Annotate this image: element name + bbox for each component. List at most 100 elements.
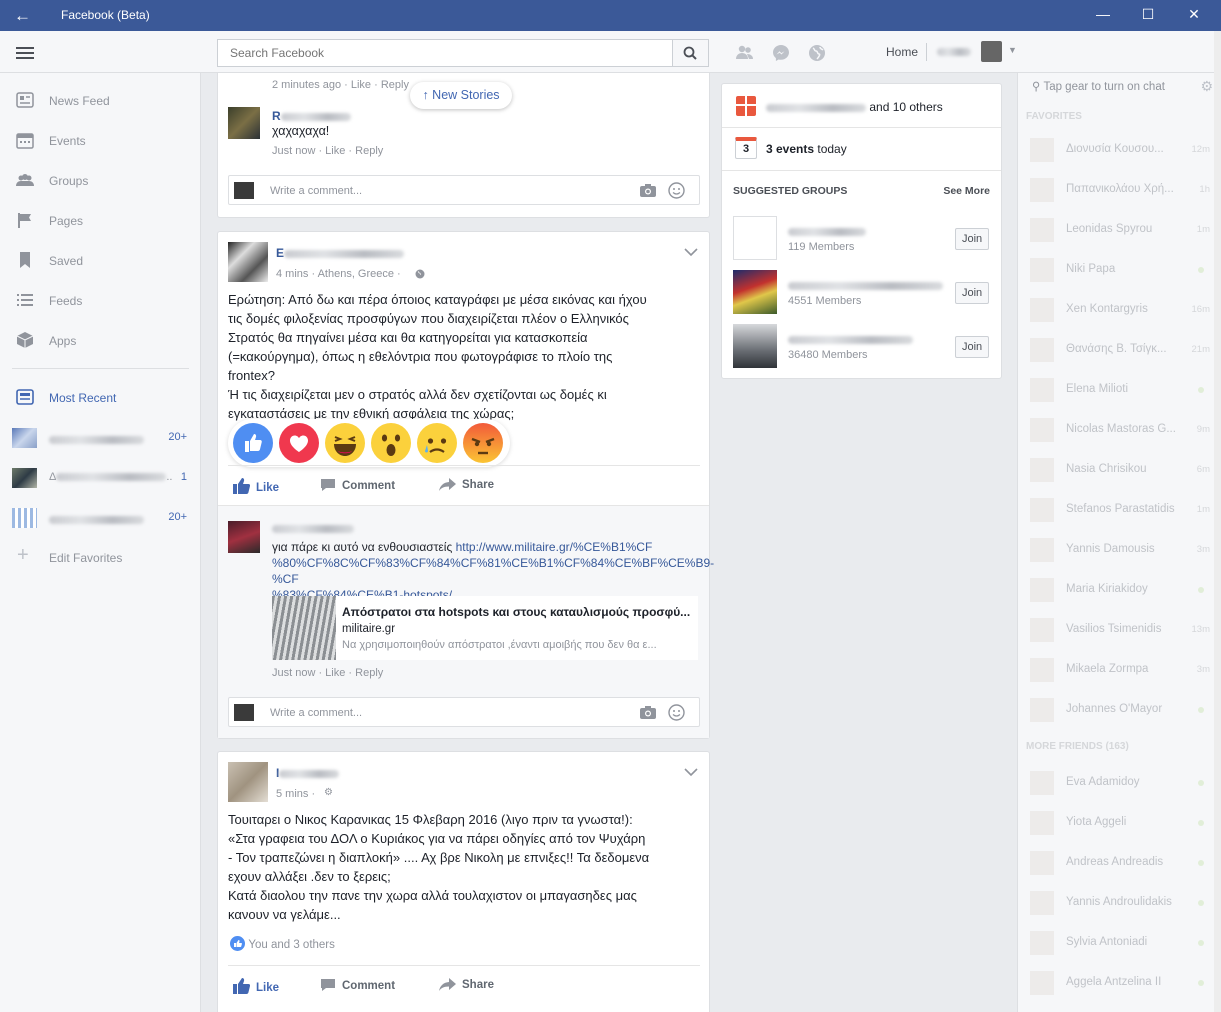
nav-item-saved[interactable]: Saved — [0, 241, 200, 281]
chat-contact[interactable]: Eva Adamidoy — [1018, 763, 1221, 803]
author-avatar[interactable] — [228, 762, 268, 802]
chat-contact[interactable]: Aggela Antzelina II — [1018, 963, 1221, 1003]
settings-gear-icon[interactable]: ⚙ — [324, 787, 333, 798]
favorite-item[interactable]: 20+ — [0, 423, 200, 453]
back-arrow-icon[interactable]: ← — [14, 6, 31, 26]
privacy-globe-icon[interactable] — [415, 269, 425, 279]
profile-name-blurred[interactable] — [937, 48, 971, 56]
comment-button[interactable]: Comment — [320, 978, 395, 992]
nav-item-most-recent[interactable]: Most Recent — [0, 378, 200, 418]
group-name[interactable] — [788, 278, 943, 292]
chat-contact[interactable]: Vasilios Tsimenidis 13m — [1018, 610, 1221, 650]
close-button[interactable]: ✕ — [1184, 6, 1204, 23]
nav-item-events[interactable]: Events — [0, 121, 200, 161]
minimize-button[interactable]: — — [1093, 6, 1113, 22]
chat-contact[interactable]: Θανάσης Β. Τσίγκ... 21m — [1018, 330, 1221, 370]
chat-contact[interactable]: Διονυσία Κουσου... 12m — [1018, 130, 1221, 170]
angry-reaction-icon[interactable] — [462, 422, 504, 464]
group-thumbnail[interactable] — [733, 216, 777, 260]
list-icon — [17, 294, 33, 306]
chat-settings-gear-icon[interactable]: ⚙ — [1200, 78, 1213, 95]
comment-input-box[interactable]: Write a comment... — [228, 175, 700, 205]
birthday-text[interactable]: and 10 others — [766, 100, 943, 114]
chat-contact[interactable]: Maria Kiriakidoy — [1018, 570, 1221, 610]
emoji-icon[interactable] — [668, 182, 685, 199]
commenter-name[interactable]: R — [272, 109, 351, 123]
post-options-chevron-icon[interactable] — [684, 768, 698, 777]
share-button[interactable]: Share — [439, 978, 494, 991]
edit-favorites-link[interactable]: + Edit Favorites — [0, 538, 200, 578]
contact-name: Andreas Andreadis — [1066, 856, 1164, 868]
hamburger-menu-icon[interactable] — [16, 47, 34, 59]
chat-contact[interactable]: Yannis Damousis 3m — [1018, 530, 1221, 570]
comment-button[interactable]: Comment — [320, 478, 395, 492]
profile-avatar[interactable] — [981, 41, 1002, 62]
chat-contact[interactable]: Elena Milioti — [1018, 370, 1221, 410]
chat-contact[interactable]: Mikaela Zormpa 3m — [1018, 650, 1221, 690]
chat-contact[interactable]: Sylvia Antoniadi — [1018, 923, 1221, 963]
window-scrollbar[interactable] — [1214, 31, 1221, 1012]
new-stories-button[interactable]: ↑ New Stories — [410, 82, 512, 109]
chat-contact[interactable]: Johannes O'Mayor — [1018, 690, 1221, 730]
search-button[interactable] — [672, 40, 708, 66]
author-name[interactable]: Ι — [276, 766, 340, 780]
likes-summary[interactable]: You and 3 others — [230, 936, 335, 951]
messenger-icon[interactable] — [771, 43, 791, 63]
maximize-button[interactable]: ☐ — [1138, 6, 1158, 23]
commenter-avatar[interactable] — [228, 107, 260, 139]
join-group-button[interactable]: Join — [955, 228, 990, 250]
chat-contact[interactable]: Leonidas Spyrou 1m — [1018, 210, 1221, 250]
commenter-name[interactable] — [272, 521, 354, 535]
post-options-chevron-icon[interactable] — [684, 248, 698, 257]
sad-reaction-icon[interactable] — [416, 422, 458, 464]
friend-requests-icon[interactable] — [735, 43, 755, 63]
author-avatar[interactable] — [228, 242, 268, 282]
chat-search[interactable]: ⚲ Tap gear to turn on chat — [1032, 79, 1165, 93]
nav-item-pages[interactable]: Pages — [0, 201, 200, 241]
link-preview[interactable]: Απόστρατοι στα hotspots και στους καταυλ… — [272, 596, 698, 660]
group-thumbnail[interactable] — [733, 270, 777, 314]
camera-icon[interactable] — [639, 705, 657, 720]
see-more-link[interactable]: See More — [943, 185, 990, 197]
chat-contact[interactable]: Andreas Andreadis — [1018, 843, 1221, 883]
nav-item-apps[interactable]: Apps — [0, 321, 200, 361]
chat-contact[interactable]: Nasia Chrisikou 6m — [1018, 450, 1221, 490]
chat-contact[interactable]: Niki Papa — [1018, 250, 1221, 290]
search-box[interactable] — [217, 39, 709, 67]
nav-item-news-feed[interactable]: News Feed — [0, 81, 200, 121]
home-link[interactable]: Home — [886, 45, 918, 59]
chat-contact[interactable]: Παπανικολάου Χρή... 1h — [1018, 170, 1221, 210]
emoji-icon[interactable] — [668, 704, 685, 721]
chat-contact[interactable]: Yannis Androulidakis — [1018, 883, 1221, 923]
chat-contact[interactable]: Yiota Aggeli — [1018, 803, 1221, 843]
nav-item-feeds[interactable]: Feeds — [0, 281, 200, 321]
wow-reaction-icon[interactable] — [370, 422, 412, 464]
group-name[interactable] — [788, 332, 913, 346]
share-button[interactable]: Share — [439, 478, 494, 491]
comment-input-box[interactable]: Write a comment... — [228, 697, 700, 727]
events-today[interactable]: 3 events today — [766, 142, 847, 156]
comment-link[interactable]: %80%CF%8C%CF%83%CF%84%CF%81%CE%B1%CF%84%… — [272, 556, 714, 586]
group-name[interactable] — [788, 224, 866, 238]
chat-contact[interactable]: Xen Kontargyris 16m — [1018, 290, 1221, 330]
group-thumbnail[interactable] — [733, 324, 777, 368]
author-name[interactable]: Ε — [276, 246, 405, 260]
join-group-button[interactable]: Join — [955, 336, 990, 358]
search-input[interactable] — [218, 40, 668, 66]
love-reaction-icon[interactable] — [278, 422, 320, 464]
favorite-item[interactable]: Δ.. 1 — [0, 463, 200, 493]
join-group-button[interactable]: Join — [955, 282, 990, 304]
like-button[interactable]: Like — [233, 978, 279, 994]
commenter-avatar[interactable] — [228, 521, 260, 553]
comment-link[interactable]: http://www.militaire.gr/%CE%B1%CF — [456, 540, 653, 554]
favorite-item[interactable]: 20+ — [0, 503, 200, 533]
chat-contact[interactable]: Nicolas Mastoras G... 9m — [1018, 410, 1221, 450]
like-reaction-icon[interactable] — [232, 422, 274, 464]
chat-contact[interactable]: Stefanos Parastatidis 1m — [1018, 490, 1221, 530]
like-button[interactable]: Like — [233, 478, 279, 494]
account-menu-chevron-icon[interactable]: ▼ — [1008, 45, 1017, 55]
nav-item-groups[interactable]: Groups — [0, 161, 200, 201]
camera-icon[interactable] — [639, 183, 657, 198]
haha-reaction-icon[interactable] — [324, 422, 366, 464]
notifications-globe-icon[interactable] — [807, 43, 827, 63]
